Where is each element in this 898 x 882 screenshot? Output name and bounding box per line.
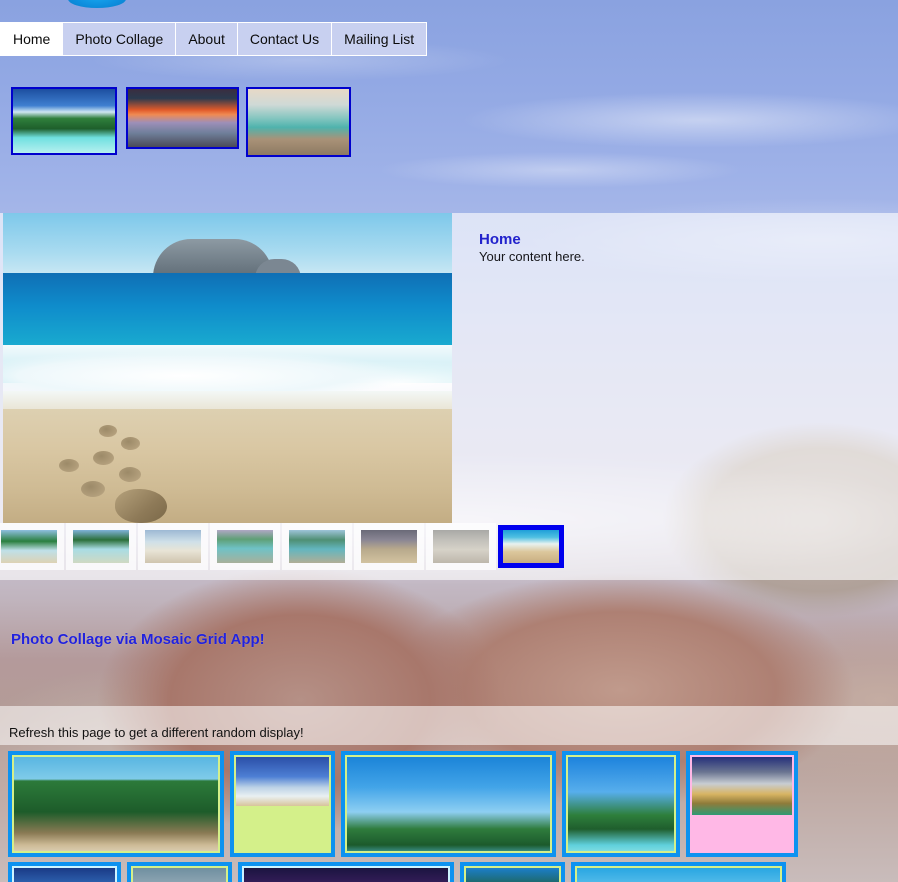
thumb-strip-item-8[interactable]: Footprints in sand bbox=[498, 525, 564, 568]
thumb-alt: Sandy shore with clouds bbox=[145, 530, 146, 531]
collage-cell-mat: Two palms over grey sea and rock bbox=[131, 866, 228, 882]
thumb-strip-item-5[interactable]: Green islets in blue sea bbox=[282, 523, 352, 570]
collage-photo: Palms on distant white beach bbox=[236, 757, 329, 806]
nav-tab-photo-collage[interactable]: Photo Collage bbox=[63, 23, 176, 55]
collage-cell-mat: Palms on distant white beach bbox=[234, 755, 331, 853]
collage-cell-4[interactable]: Single palm over bright sea bbox=[562, 751, 680, 857]
home-text-block: Home Your content here. bbox=[479, 231, 879, 264]
collage-cell-5[interactable]: Stormy beach with green shallows bbox=[686, 751, 798, 857]
collage-cell-1[interactable]: Jungle headland over turquoise bay bbox=[8, 751, 224, 857]
nav-tab-home[interactable]: Home bbox=[0, 23, 63, 55]
collage-photo: Jungle headland over turquoise bay bbox=[14, 757, 218, 853]
body-text: Your content here. bbox=[479, 249, 879, 264]
collage-photo: Palms on rocky beach with surf bbox=[14, 868, 115, 882]
slideshow-thumbnail-strip: Beach edge Palms over lagoon Sandy shore w… bbox=[0, 523, 566, 570]
thumb-alt: Footprints in sand bbox=[503, 530, 504, 531]
collage-photo-alt: Palm canopy against bright blue sky bbox=[347, 757, 348, 758]
thumb-strip-item-2[interactable]: Palms over lagoon bbox=[66, 523, 136, 570]
thumb-3: Sandy shore with clouds bbox=[145, 530, 201, 563]
collage-photo-alt: Dark palm canopy over bright lagoon bbox=[466, 868, 467, 869]
thumb-alt: Dune and dark sky bbox=[361, 530, 362, 531]
thumb-strip-item-7[interactable]: Grey surf line bbox=[426, 523, 496, 570]
collage-photo: Vivid red and violet sunset over sea bbox=[244, 868, 448, 882]
thumb-alt: Flowers over turquoise bay bbox=[217, 530, 218, 531]
rocky-cove-thumb[interactable]: Rocky cove with pastel sea bbox=[246, 87, 351, 157]
header-thumb-alt: Rocky cove with pastel sea bbox=[248, 89, 249, 90]
slide-footprint bbox=[93, 451, 114, 465]
thumb-strip-item-3[interactable]: Sandy shore with clouds bbox=[138, 523, 208, 570]
collage-photo: Dark palm canopy over bright lagoon bbox=[466, 868, 559, 882]
slide-footprint bbox=[99, 425, 117, 437]
slide-footprint bbox=[81, 481, 105, 497]
thumb-strip-item-1[interactable]: Beach edge bbox=[0, 523, 64, 570]
nav-tab-mailing-list[interactable]: Mailing List bbox=[332, 23, 427, 55]
header-thumb-alt: Palm trees over turquoise lagoon bbox=[13, 89, 14, 90]
thumb-2: Palms over lagoon bbox=[73, 530, 129, 563]
collage-photo: Palm canopy against bright blue sky bbox=[347, 757, 550, 853]
collage-photo-alt: Stormy beach with green shallows bbox=[692, 757, 693, 758]
thumb-4: Flowers over turquoise bay bbox=[217, 530, 273, 563]
thumb-alt: Beach edge bbox=[1, 530, 2, 531]
header-thumb-alt: Sunset beach framed by tree bbox=[128, 89, 129, 90]
palm-lagoon-thumb[interactable]: Palm trees over turquoise lagoon bbox=[11, 87, 117, 155]
collage-cell-9[interactable]: Dark palm canopy over bright lagoon bbox=[460, 862, 565, 882]
collage-cell-mat: Palm canopy against bright blue sky bbox=[345, 755, 552, 853]
thumb-8: Footprints in sand bbox=[503, 530, 559, 563]
collage-cell-7[interactable]: Two palms over grey sea and rock bbox=[127, 862, 232, 882]
collage-cell-2[interactable]: Palms on distant white beach bbox=[230, 751, 335, 857]
slide-footprint bbox=[59, 459, 79, 472]
collage-photo: Leaning palm over turquoise water bbox=[577, 868, 780, 882]
collage-photo-alt: Single palm over bright sea bbox=[568, 757, 569, 758]
collage-photo: Two palms over grey sea and rock bbox=[133, 868, 226, 882]
slide-footprint bbox=[121, 437, 140, 450]
collage-cell-mat: Vivid red and violet sunset over sea bbox=[242, 866, 450, 882]
thumb-alt: Grey surf line bbox=[433, 530, 434, 531]
slide-rock bbox=[115, 489, 167, 523]
slide-footprint bbox=[119, 467, 141, 482]
collage-cell-8[interactable]: Vivid red and violet sunset over sea bbox=[238, 862, 454, 882]
collage-cell-3[interactable]: Palm canopy against bright blue sky bbox=[341, 751, 556, 857]
collage-cell-mat: Dark palm canopy over bright lagoon bbox=[464, 866, 561, 882]
collage-cell-mat: Single palm over bright sea bbox=[566, 755, 676, 853]
refresh-note: Refresh this page to get a different ran… bbox=[9, 725, 304, 740]
nav-tab-contact-us[interactable]: Contact Us bbox=[238, 23, 332, 55]
collage-cell-mat: Stormy beach with green shallows bbox=[690, 755, 794, 853]
collage-photo-alt: Jungle headland over turquoise bay bbox=[14, 757, 15, 758]
collage-photo-alt: Palms on rocky beach with surf bbox=[14, 868, 15, 869]
slideshow-main-image[interactable]: Footprints in sand with breaking wave an… bbox=[3, 213, 452, 523]
photo-collage-grid: Jungle headland over turquoise bay Palms … bbox=[8, 751, 898, 882]
thumb-alt: Green islets in blue sea bbox=[289, 530, 290, 531]
thumb-strip-item-4[interactable]: Flowers over turquoise bay bbox=[210, 523, 280, 570]
thumb-1: Beach edge bbox=[1, 530, 57, 563]
collage-photo-alt: Vivid red and violet sunset over sea bbox=[244, 868, 245, 869]
collage-photo: Single palm over bright sea bbox=[568, 757, 674, 853]
thumb-strip-item-6[interactable]: Dune and dark sky bbox=[354, 523, 424, 570]
header-thumbnail-row: Palm trees over turquoise lagoon Sunset b… bbox=[11, 87, 366, 157]
collage-cell-6[interactable]: Palms on rocky beach with surf bbox=[8, 862, 121, 882]
thumb-alt: Palms over lagoon bbox=[73, 530, 74, 531]
collage-cell-mat: Jungle headland over turquoise bay bbox=[12, 755, 220, 853]
main-content-panel: Footprints in sand with breaking wave an… bbox=[0, 213, 898, 580]
collage-cell-10[interactable]: Leaning palm over turquoise water bbox=[571, 862, 786, 882]
nav-tab-about[interactable]: About bbox=[176, 23, 238, 55]
collage-photo-alt: Two palms over grey sea and rock bbox=[133, 868, 134, 869]
collage-heading: Photo Collage via Mosaic Grid App! bbox=[11, 631, 265, 648]
page-title: Home bbox=[479, 231, 879, 248]
sunset-shore-thumb[interactable]: Sunset beach framed by tree bbox=[126, 87, 239, 149]
collage-photo: Stormy beach with green shallows bbox=[692, 757, 792, 815]
thumb-6: Dune and dark sky bbox=[361, 530, 417, 563]
thumb-7: Grey surf line bbox=[433, 530, 489, 563]
collage-photo-alt: Palms on distant white beach bbox=[236, 757, 237, 758]
collage-cell-mat: Palms on rocky beach with surf bbox=[12, 866, 117, 882]
main-navigation: HomePhoto CollageAboutContact UsMailing … bbox=[0, 22, 427, 56]
collage-photo-alt: Leaning palm over turquoise water bbox=[577, 868, 578, 869]
collage-cell-mat: Leaning palm over turquoise water bbox=[575, 866, 782, 882]
thumb-5: Green islets in blue sea bbox=[289, 530, 345, 563]
